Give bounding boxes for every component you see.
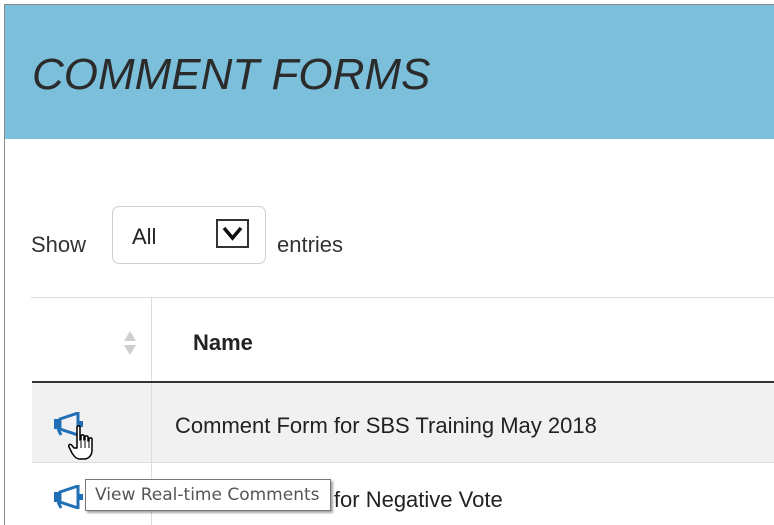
row-name: Comment Form for SBS Training May 2018 (175, 413, 597, 438)
column-header-name[interactable]: Name (193, 330, 253, 356)
page-frame: COMMENT FORMS Show All entries Name Comm… (4, 4, 774, 525)
entries-select-value: All (132, 224, 157, 249)
page-title: COMMENT FORMS (32, 50, 431, 99)
table-row: Comment Form for SBS Training May 2018 (32, 383, 774, 463)
page-header: COMMENT FORMS (5, 5, 774, 139)
megaphone-icon[interactable] (52, 483, 86, 514)
entries-select[interactable]: All (112, 206, 266, 264)
hand-cursor-icon (68, 425, 98, 468)
column-header-actions[interactable] (32, 298, 152, 381)
tooltip: View Real-time Comments (85, 479, 331, 511)
sort-both-icon[interactable] (123, 330, 137, 361)
entries-label: entries (277, 232, 344, 257)
chevron-down-icon[interactable] (216, 219, 249, 248)
show-label: Show (31, 232, 87, 257)
comment-forms-table: Name Comment Form for SBS Training May 2… (31, 297, 774, 525)
table-header: Name (32, 298, 774, 383)
